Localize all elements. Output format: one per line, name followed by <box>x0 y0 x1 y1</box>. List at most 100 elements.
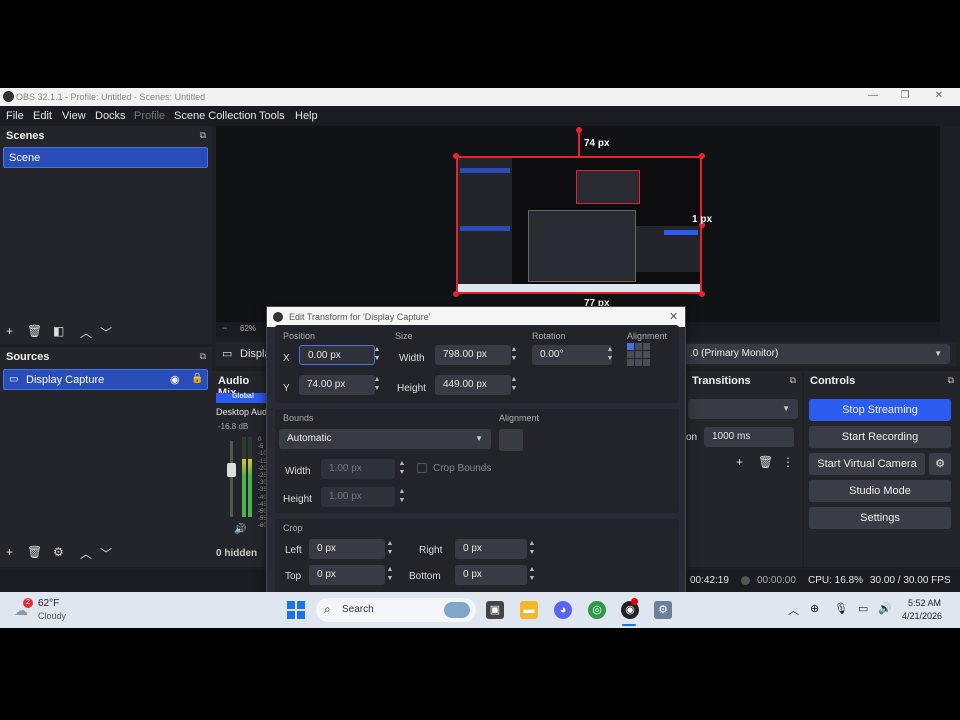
dock-float-icon[interactable]: ⧉ <box>790 375 796 386</box>
align-top-right[interactable] <box>643 343 650 350</box>
windows-start-icon[interactable] <box>287 601 305 619</box>
clock-date[interactable]: 4/21/2026 <box>902 611 942 621</box>
corner-handle-br[interactable] <box>699 291 705 297</box>
chrome-icon[interactable]: ◎ <box>588 601 606 619</box>
corner-handle-tr[interactable] <box>699 153 705 159</box>
corner-handle-bl[interactable] <box>453 291 459 297</box>
remove-source-icon[interactable]: 🗑 <box>27 545 42 559</box>
minimize-button[interactable]: — <box>866 90 880 104</box>
microphone-icon[interactable]: 🎙 <box>834 602 848 615</box>
visibility-eye-icon[interactable]: ◉ <box>170 373 180 386</box>
bounds-width-input[interactable]: 1.00 px <box>321 459 395 479</box>
move-up-icon[interactable]: ︿ <box>80 545 92 562</box>
discord-icon[interactable]: ◕ <box>554 601 572 619</box>
display-select[interactable]: .0 (Primary Monitor) ▼ <box>682 344 950 364</box>
menu-profile[interactable]: Profile <box>134 110 165 122</box>
crop-bounds-checkbox[interactable] <box>417 463 427 473</box>
volume-slider-track[interactable] <box>230 441 233 517</box>
settings-gear-icon[interactable]: ⚙ <box>654 601 672 619</box>
menu-file[interactable]: File <box>6 110 24 122</box>
menu-view[interactable]: View <box>62 110 86 122</box>
position-y-stepper[interactable]: ▲ ▼ <box>372 375 382 393</box>
maximize-button[interactable]: ❐ <box>898 90 912 104</box>
menu-help[interactable]: Help <box>295 110 318 122</box>
align-left[interactable] <box>627 351 634 358</box>
menu-tools[interactable]: Tools <box>259 110 285 122</box>
align-top[interactable] <box>635 343 642 350</box>
crop-left-input[interactable]: 0 px <box>309 539 385 559</box>
bounds-height-input[interactable]: 1.00 px <box>321 487 395 507</box>
crop-right-input[interactable]: 0 px <box>455 539 527 559</box>
dock-float-icon[interactable]: ⧉ <box>200 351 206 362</box>
zoom-out-icon[interactable]: − <box>222 323 227 333</box>
preview-canvas[interactable]: 74 px 1 px 77 px <box>216 126 940 322</box>
position-y-input[interactable]: 74.00 px <box>299 375 375 395</box>
start-recording-button[interactable]: Start Recording <box>809 426 951 448</box>
size-width-stepper[interactable]: ▲ ▼ <box>509 345 519 363</box>
start-virtual-camera-button[interactable]: Start Virtual Camera <box>809 453 925 475</box>
display-capture-bounding-box[interactable] <box>456 156 702 294</box>
virtual-camera-settings-gear-icon[interactable]: ⚙ <box>929 453 951 475</box>
source-item[interactable]: ▭ Display Capture ◉ 🔒 <box>3 369 208 390</box>
crop-right-stepper[interactable]: ▲ ▼ <box>527 539 537 557</box>
align-bottom-right[interactable] <box>643 359 650 366</box>
crop-left-stepper[interactable]: ▲ ▼ <box>385 539 395 557</box>
alignment-grid[interactable] <box>627 343 650 366</box>
menu-docks[interactable]: Docks <box>95 110 126 122</box>
rotation-input[interactable]: 0.00° <box>532 345 612 365</box>
align-center[interactable] <box>635 351 642 358</box>
move-down-icon[interactable]: ﹀ <box>100 324 112 341</box>
menu-edit[interactable]: Edit <box>33 110 52 122</box>
align-bottom-left[interactable] <box>627 359 634 366</box>
position-x-input[interactable]: 0.00 px <box>299 345 375 365</box>
display-icon[interactable]: ▭ <box>858 602 868 615</box>
align-right[interactable] <box>643 351 650 358</box>
move-up-icon[interactable]: ︿ <box>80 324 92 341</box>
move-down-icon[interactable]: ﹀ <box>100 545 112 562</box>
network-status-icon[interactable]: ⊕ <box>810 602 819 615</box>
taskbar-search-box[interactable]: ⌕ Search <box>316 598 476 622</box>
align-top-left[interactable] <box>627 343 634 350</box>
clock-time[interactable]: 5:52 AM <box>908 598 941 608</box>
menu-scene-collection[interactable]: Scene Collection <box>174 110 257 122</box>
remove-transition-icon[interactable]: 🗑 <box>758 455 773 469</box>
volume-slider-handle[interactable] <box>227 463 236 477</box>
size-height-stepper[interactable]: ▲ ▼ <box>509 375 519 393</box>
corner-handle-tl[interactable] <box>453 153 459 159</box>
size-width-input[interactable]: 798.00 px <box>435 345 511 365</box>
crop-top-stepper[interactable]: ▲ ▼ <box>385 565 395 583</box>
scene-item[interactable]: Scene <box>3 147 208 168</box>
stop-streaming-button[interactable]: Stop Streaming <box>809 399 951 421</box>
add-source-icon[interactable]: + <box>6 545 13 559</box>
scene-filters-icon[interactable]: ◧ <box>53 324 64 338</box>
crop-top-input[interactable]: 0 px <box>309 565 385 585</box>
volume-icon[interactable]: 🔊 <box>878 602 892 615</box>
speaker-icon[interactable]: 🔊 <box>234 524 246 535</box>
size-height-input[interactable]: 449.00 px <box>435 375 511 395</box>
remove-scene-icon[interactable]: 🗑 <box>27 324 42 338</box>
show-hidden-icons-chevron-icon[interactable]: ︿ <box>788 602 799 618</box>
add-transition-icon[interactable]: + <box>736 455 743 469</box>
settings-button[interactable]: Settings <box>809 507 951 529</box>
file-explorer-icon[interactable]: ▬ <box>520 601 538 619</box>
dock-float-icon[interactable]: ⧉ <box>948 375 954 386</box>
add-scene-icon[interactable]: + <box>6 324 13 338</box>
bounds-height-stepper[interactable]: ▲ ▼ <box>397 487 407 505</box>
bounds-type-select[interactable]: Automatic ▼ <box>279 429 491 449</box>
bounds-alignment-select[interactable] <box>499 429 523 451</box>
transition-select[interactable]: ▼ <box>688 399 798 419</box>
rotation-stepper[interactable]: ▲ ▼ <box>605 345 615 363</box>
top-anchor-handle[interactable] <box>576 127 582 133</box>
dock-float-icon[interactable]: ⧉ <box>200 130 206 141</box>
studio-mode-button[interactable]: Studio Mode <box>809 480 951 502</box>
position-x-stepper[interactable]: ▲ ▼ <box>372 345 382 363</box>
source-properties-gear-icon[interactable]: ⚙ <box>53 545 64 559</box>
duration-input[interactable]: 1000 ms <box>704 427 794 447</box>
align-bottom[interactable] <box>635 359 642 366</box>
task-view-icon[interactable]: ▣ <box>486 601 504 619</box>
more-options-icon[interactable]: ⋮ <box>782 455 794 469</box>
crop-bottom-input[interactable]: 0 px <box>455 565 527 585</box>
crop-bottom-stepper[interactable]: ▲ ▼ <box>527 565 537 583</box>
dialog-close-button[interactable]: ✕ <box>669 310 678 323</box>
close-window-button[interactable]: ✕ <box>932 90 946 104</box>
